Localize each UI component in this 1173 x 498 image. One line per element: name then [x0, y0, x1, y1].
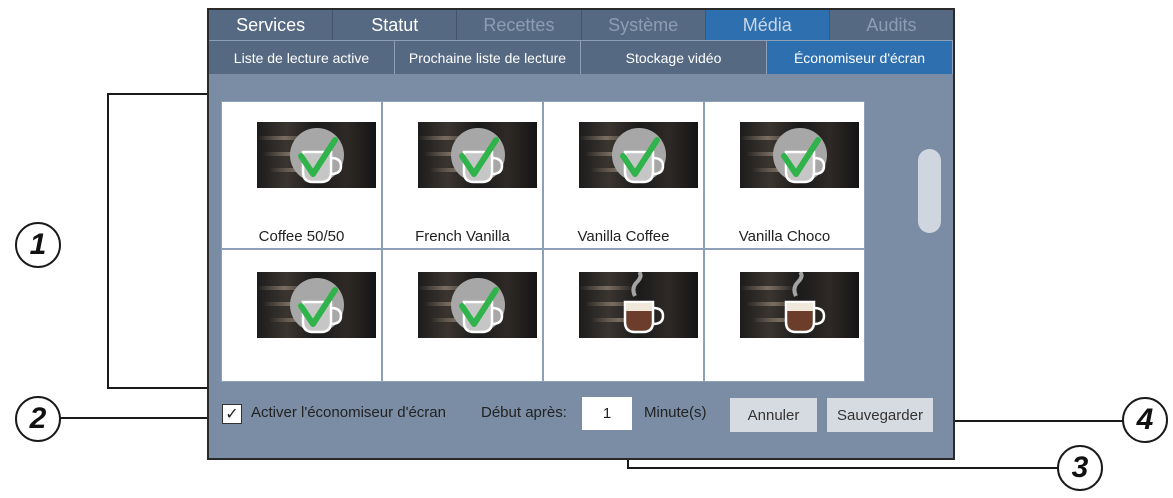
start-after-label: Début après:: [481, 404, 567, 421]
tile-label: Vanilla Coffee: [577, 228, 670, 245]
screensaver-tile[interactable]: Vanilla Coffee: [543, 101, 704, 249]
callout-2-line: [60, 417, 220, 419]
save-button[interactable]: Sauvegarder: [827, 398, 933, 432]
video-thumbnail: [579, 122, 698, 188]
media-settings-panel: Services Statut Recettes Système Média A…: [207, 8, 955, 460]
scrollbar-thumb[interactable]: [918, 149, 941, 233]
tile-label: Vanilla Choco: [738, 228, 831, 245]
screensaver-tile[interactable]: [543, 249, 704, 382]
screensaver-grid: Coffee 50/50 French Vanilla Vanilla Coffee…: [221, 101, 865, 382]
screensaver-tile[interactable]: Vanilla Choco: [704, 101, 865, 249]
tab-media[interactable]: Média: [705, 10, 830, 40]
video-thumbnail: [418, 272, 537, 338]
tile-label: French Vanilla: [415, 228, 510, 245]
tab-statut[interactable]: Statut: [333, 10, 458, 40]
callout-1-bracket-vertical: [107, 93, 109, 389]
callout-2: 2: [15, 396, 61, 442]
tab-systeme[interactable]: Système: [581, 10, 706, 40]
activate-screensaver-label: Activer l'économiseur d'écran: [251, 404, 446, 421]
coffee-cup-check-icon: [612, 128, 666, 184]
tile-label: Coffee 50/50: [258, 228, 345, 245]
cancel-button[interactable]: Annuler: [730, 398, 817, 432]
video-thumbnail: [257, 272, 376, 338]
coffee-cup-icon: [784, 272, 826, 334]
callout-1-bracket-top: [107, 93, 207, 95]
callout-1: 1: [15, 222, 61, 268]
screensaver-tile[interactable]: [382, 249, 543, 382]
video-thumbnail: [740, 122, 859, 188]
screensaver-tile[interactable]: [221, 249, 382, 382]
coffee-cup-check-icon: [290, 278, 344, 334]
tab-services[interactable]: Services: [209, 10, 334, 40]
activate-screensaver-checkbox[interactable]: ✓: [222, 404, 242, 424]
video-thumbnail: [579, 272, 698, 338]
subtab-next-playlist[interactable]: Prochaine liste de lecture: [395, 40, 581, 74]
coffee-cup-check-icon: [451, 278, 505, 334]
video-thumbnail: [418, 122, 537, 188]
subtab-video-storage[interactable]: Stockage vidéo: [581, 40, 767, 74]
coffee-cup-check-icon: [773, 128, 827, 184]
minutes-unit-label: Minute(s): [644, 404, 707, 421]
callout-4: 4: [1122, 397, 1168, 443]
callout-1-bracket-bottom: [107, 387, 207, 389]
screensaver-tile[interactable]: French Vanilla: [382, 101, 543, 249]
tab-audits[interactable]: Audits: [829, 10, 954, 40]
callout-3: 3: [1057, 445, 1103, 491]
coffee-cup-icon: [623, 272, 665, 334]
video-thumbnail: [740, 272, 859, 338]
coffee-cup-check-icon: [290, 128, 344, 184]
coffee-cup-check-icon: [451, 128, 505, 184]
minutes-input[interactable]: 1: [582, 397, 632, 430]
screensaver-options-bar: ✓ Activer l'économiseur d'écran Début ap…: [209, 390, 953, 438]
main-tabs: Services Statut Recettes Système Média A…: [209, 10, 954, 40]
video-thumbnail: [257, 122, 376, 188]
sub-tabs: Liste de lecture active Prochaine liste …: [209, 40, 953, 74]
callout-3-line-horizontal: [627, 467, 1059, 469]
screensaver-tile[interactable]: Coffee 50/50: [221, 101, 382, 249]
screensaver-tile[interactable]: [704, 249, 865, 382]
subtab-screensaver[interactable]: Économiseur d'écran: [767, 40, 953, 74]
tab-recettes[interactable]: Recettes: [457, 10, 582, 40]
subtab-active-playlist[interactable]: Liste de lecture active: [209, 40, 395, 74]
